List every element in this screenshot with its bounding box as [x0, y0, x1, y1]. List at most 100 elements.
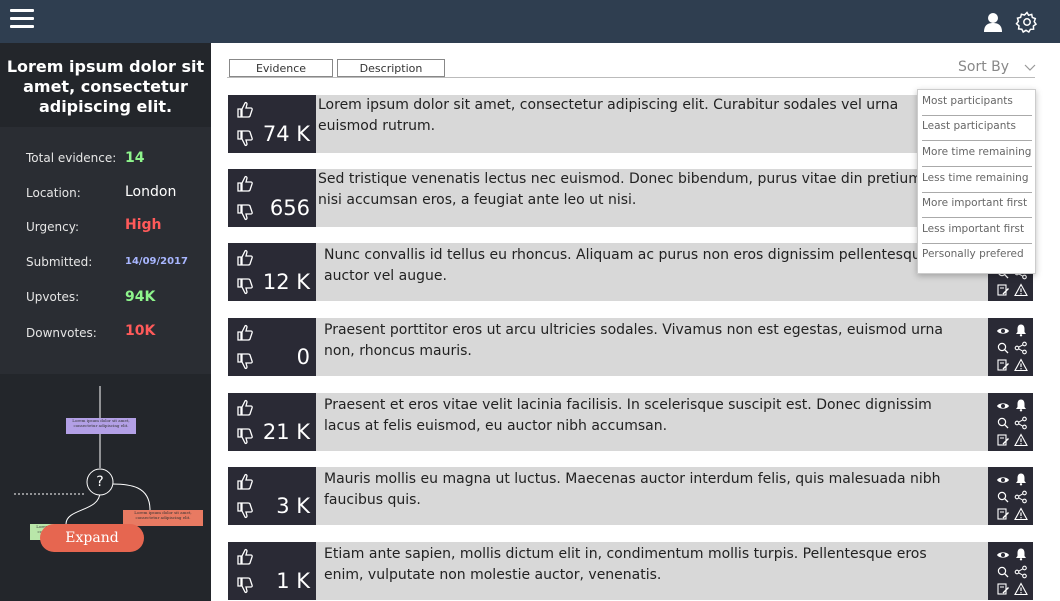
vote-count-panel: 0 — [261, 318, 316, 376]
vote-panel — [228, 169, 261, 227]
bell-icon[interactable] — [1014, 547, 1028, 561]
vote-panel — [228, 243, 261, 301]
urgency-label: Urgency: — [26, 220, 79, 234]
urgency-value: High — [125, 217, 162, 233]
sort-option-less-time-remaining[interactable]: Less time remaining — [922, 167, 1032, 193]
edit-icon[interactable] — [996, 358, 1010, 372]
sort-option-more-time-remaining[interactable]: More time remaining — [922, 141, 1032, 167]
vote-count: 21 K — [262, 420, 310, 444]
search-icon[interactable] — [996, 565, 1010, 579]
thumbs-up-icon[interactable] — [234, 322, 256, 344]
thumbs-down-icon[interactable] — [234, 425, 256, 447]
submitted-label: Submitted: — [26, 255, 93, 269]
evidence-row[interactable]: 3 K Mauris mollis eu magna ut luctus. Mae… — [228, 467, 1033, 525]
share-icon[interactable] — [1014, 341, 1028, 355]
sort-option-least-participants[interactable]: Least participants — [922, 115, 1032, 141]
action-panel — [988, 467, 1033, 525]
vote-count-panel: 3 K — [261, 467, 316, 525]
thumbs-up-icon[interactable] — [234, 99, 256, 121]
warning-icon[interactable] — [1014, 433, 1028, 447]
eye-icon[interactable] — [996, 548, 1010, 562]
sort-option-most-participants[interactable]: Most participants — [922, 90, 1032, 116]
diagram-box-right: Lorem ipsum dolor sit amet, consectetur … — [123, 510, 203, 526]
evidence-row[interactable]: 21 K Praesent et eros vitae velit lacinia… — [228, 393, 1033, 451]
sidebar: Lorem ipsum dolor sit amet, consectetur … — [0, 43, 211, 601]
sort-options-menu: Most participants Least participants Mor… — [917, 89, 1036, 274]
upvotes-label: Upvotes: — [26, 290, 80, 304]
warning-icon[interactable] — [1014, 582, 1028, 596]
eye-icon[interactable] — [996, 324, 1010, 338]
vote-count-panel: 1 K — [261, 542, 316, 600]
vote-count-panel: 656 — [261, 169, 316, 227]
vote-count: 3 K — [276, 494, 310, 518]
search-icon[interactable] — [996, 490, 1010, 504]
vote-count-panel: 12 K — [261, 243, 316, 301]
edit-icon[interactable] — [996, 507, 1010, 521]
vote-count: 656 — [269, 196, 310, 220]
evidence-text: Mauris mollis eu magna ut luctus. Maecen… — [324, 471, 941, 508]
total-evidence-label: Total evidence: — [26, 151, 117, 165]
bell-icon[interactable] — [1014, 398, 1028, 412]
thumbs-down-icon[interactable] — [234, 201, 256, 223]
vote-panel — [228, 467, 261, 525]
evidence-row[interactable]: 656 Sed tristique venenatis lectus nec eu… — [228, 169, 1033, 227]
thumbs-down-icon[interactable] — [234, 127, 256, 149]
bell-icon[interactable] — [1014, 472, 1028, 486]
expand-button[interactable]: Expand — [40, 524, 144, 552]
edit-icon[interactable] — [996, 283, 1010, 297]
sort-option-personally-prefered[interactable]: Personally prefered — [922, 243, 1032, 268]
evidence-row[interactable]: 0 Praesent porttitor eros ut arcu ultrici… — [228, 318, 1033, 376]
thumbs-down-icon[interactable] — [234, 275, 256, 297]
evidence-row[interactable]: 12 K Nunc convallis id tellus eu rhoncus.… — [228, 243, 1033, 301]
edit-icon[interactable] — [996, 433, 1010, 447]
downvotes-value: 10K — [125, 323, 156, 339]
search-icon[interactable] — [996, 416, 1010, 430]
thumbs-down-icon[interactable] — [234, 350, 256, 372]
warning-icon[interactable] — [1014, 283, 1028, 297]
evidence-text: Praesent porttitor eros ut arcu ultricie… — [324, 322, 943, 359]
evidence-row[interactable]: 74 K Lorem ipsum dolor sit amet, consecte… — [228, 95, 1033, 153]
thumbs-up-icon[interactable] — [234, 173, 256, 195]
bell-icon[interactable] — [1014, 323, 1028, 337]
sidebar-title: Lorem ipsum dolor sit amet, consectetur … — [0, 43, 211, 127]
share-icon[interactable] — [1014, 416, 1028, 430]
sort-option-less-important-first[interactable]: Less important first — [922, 218, 1032, 244]
diagram-box-top: Lorem ipsum dolor sit amet, consectetur … — [66, 418, 136, 434]
sort-option-more-important-first[interactable]: More important first — [922, 192, 1032, 218]
vote-panel — [228, 393, 261, 451]
location-label: Location: — [26, 186, 81, 200]
eye-icon[interactable] — [996, 399, 1010, 413]
share-icon[interactable] — [1014, 490, 1028, 504]
vote-count-panel: 21 K — [261, 393, 316, 451]
thumbs-up-icon[interactable] — [234, 471, 256, 493]
sort-by-dropdown[interactable]: Sort By — [958, 57, 1038, 77]
gear-icon[interactable] — [1015, 10, 1039, 34]
thumbs-down-icon[interactable] — [234, 574, 256, 596]
eye-icon[interactable] — [996, 473, 1010, 487]
thumbs-up-icon[interactable] — [234, 546, 256, 568]
menu-line — [10, 17, 34, 20]
location-value: London — [125, 184, 177, 200]
vote-count: 1 K — [276, 569, 310, 593]
tab-evidence[interactable]: Evidence — [229, 59, 333, 77]
action-panel — [988, 542, 1033, 600]
edit-icon[interactable] — [996, 582, 1010, 596]
flow-diagram-preview: Lorem ipsum dolor sit amet, consectetur … — [0, 374, 211, 601]
thumbs-up-icon[interactable] — [234, 397, 256, 419]
evidence-row[interactable]: 1 K Etiam ante sapien, mollis dictum elit… — [228, 542, 1033, 600]
action-panel — [988, 318, 1033, 376]
share-icon[interactable] — [1014, 565, 1028, 579]
warning-icon[interactable] — [1014, 358, 1028, 372]
hamburger-menu-icon[interactable] — [10, 9, 34, 31]
vote-count: 74 K — [262, 122, 310, 146]
vote-count: 12 K — [262, 270, 310, 294]
user-icon[interactable] — [982, 11, 1004, 33]
search-icon[interactable] — [996, 341, 1010, 355]
thumbs-up-icon[interactable] — [234, 247, 256, 269]
menu-line — [10, 9, 34, 12]
thumbs-down-icon[interactable] — [234, 499, 256, 521]
top-bar — [0, 0, 1060, 43]
warning-icon[interactable] — [1014, 507, 1028, 521]
vote-count: 0 — [296, 345, 310, 369]
tab-description[interactable]: Description — [337, 59, 445, 77]
